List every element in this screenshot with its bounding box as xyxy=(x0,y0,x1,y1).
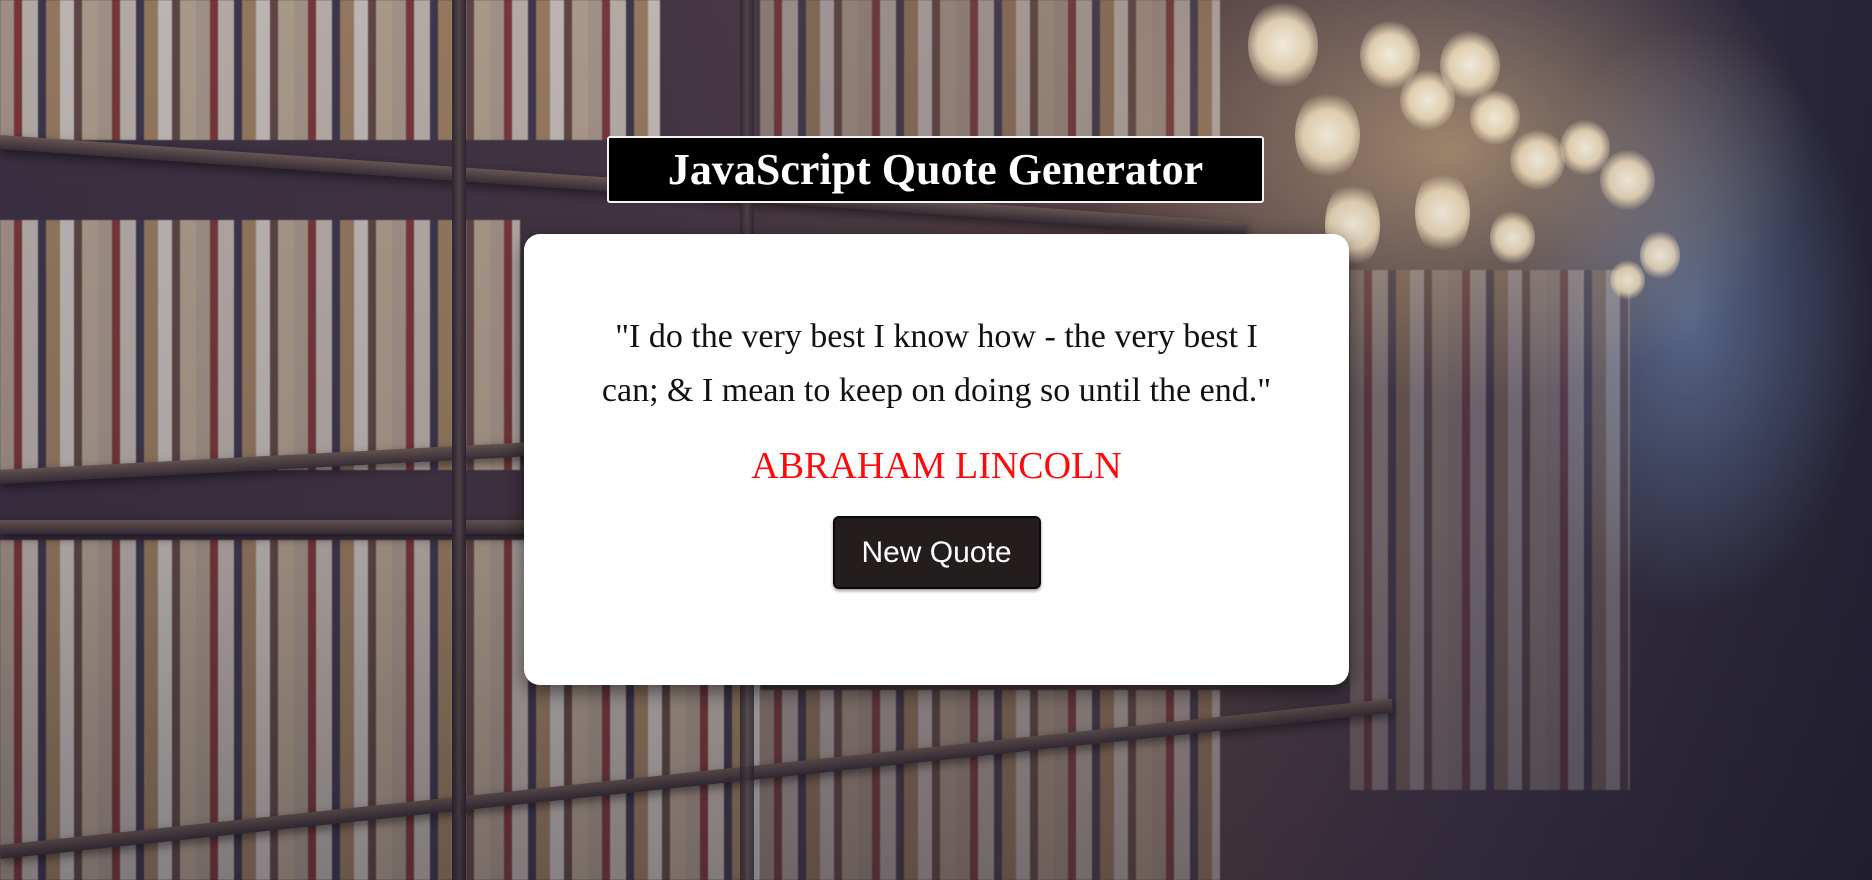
quote-text: "I do the very best I know how - the ver… xyxy=(601,318,1272,409)
quote-author: ABRAHAM LINCOLN xyxy=(751,445,1122,487)
new-quote-button[interactable]: New Quote xyxy=(832,516,1041,589)
page-title: JavaScript Quote Generator xyxy=(667,145,1204,194)
quote-card: "I do the very best I know how - the ver… xyxy=(524,234,1349,685)
title-banner: JavaScript Quote Generator xyxy=(607,136,1264,203)
